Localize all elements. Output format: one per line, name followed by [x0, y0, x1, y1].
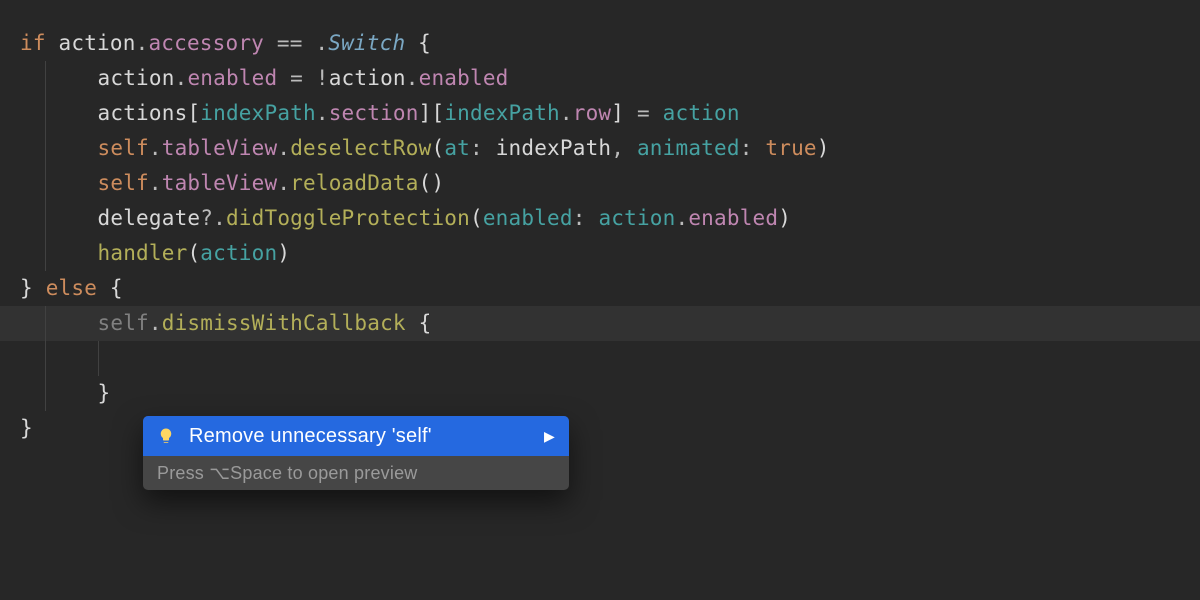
code-line[interactable]: actions[indexPath.section][indexPath.row…: [0, 96, 1200, 131]
indent-guide: [45, 201, 59, 236]
keyword-if: if: [20, 31, 46, 55]
indent-guide: [45, 131, 59, 166]
indent-guide: [45, 166, 59, 201]
keyword-else: else: [46, 276, 97, 300]
indent-guide: [98, 341, 112, 376]
indent-guide: [45, 376, 59, 411]
code-line[interactable]: [0, 341, 1200, 376]
intention-action-label: Remove unnecessary 'self': [189, 425, 536, 448]
code-line[interactable]: handler(action): [0, 236, 1200, 271]
chevron-right-icon: ▶: [544, 428, 555, 445]
code-line[interactable]: self.tableView.deselectRow(at: indexPath…: [0, 131, 1200, 166]
self-keyword: self: [98, 311, 149, 335]
identifier: action: [59, 31, 136, 55]
self-keyword: self: [98, 136, 149, 160]
code-line[interactable]: } else {: [0, 271, 1200, 306]
code-line[interactable]: delegate?.didToggleProtection(enabled: a…: [0, 201, 1200, 236]
enum-case: Switch: [328, 31, 405, 55]
property: accessory: [148, 31, 264, 55]
indent-guide: [45, 236, 59, 271]
intention-action-item[interactable]: Remove unnecessary 'self' ▶: [143, 416, 569, 456]
code-line[interactable]: self.tableView.reloadData(): [0, 166, 1200, 201]
code-line-highlighted[interactable]: self.dismissWithCallback {: [0, 306, 1200, 341]
code-line[interactable]: }: [0, 376, 1200, 411]
intention-hint: Press ⌥Space to open preview: [143, 456, 569, 490]
lightbulb-icon: [157, 427, 175, 445]
indent-guide: [45, 96, 59, 131]
indent-guide: [45, 61, 59, 96]
code-line[interactable]: if action.accessory == .Switch {: [0, 26, 1200, 61]
code-line[interactable]: action.enabled = !action.enabled: [0, 61, 1200, 96]
code-editor[interactable]: if action.accessory == .Switch { action.…: [0, 0, 1200, 600]
indent-guide: [45, 306, 59, 341]
indent-guide: [45, 341, 59, 376]
intention-popup: Remove unnecessary 'self' ▶ Press ⌥Space…: [143, 416, 569, 490]
